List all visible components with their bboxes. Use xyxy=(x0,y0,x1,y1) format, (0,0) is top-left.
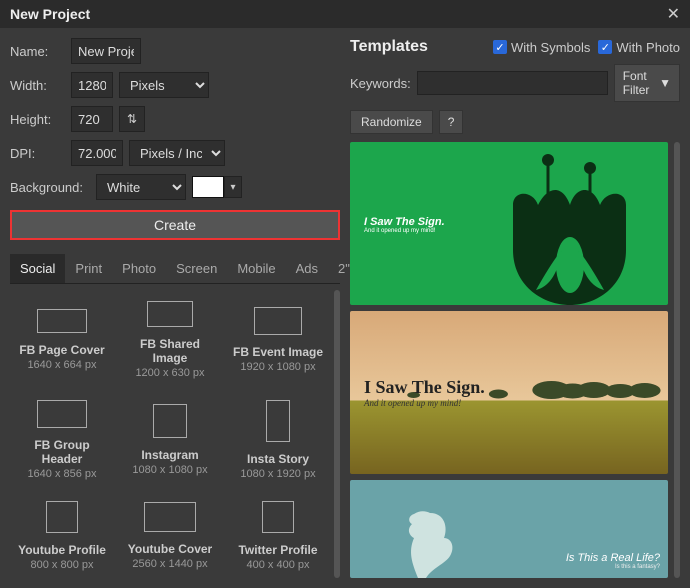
template-subtitle: And it opened up my mind! xyxy=(364,228,445,234)
template-title: Is This a Real Life? xyxy=(566,552,660,564)
checkmark-icon: ✓ xyxy=(493,40,507,54)
preset-dimensions: 1200 x 630 px xyxy=(135,367,204,379)
randomize-button[interactable]: Randomize xyxy=(350,110,433,134)
preset-dimensions: 1640 x 856 px xyxy=(27,468,96,480)
tab-screen[interactable]: Screen xyxy=(166,254,227,283)
preset-shape xyxy=(153,404,187,438)
preset-youtube-profile[interactable]: Youtube Profile 800 x 800 px xyxy=(10,491,114,578)
preset-name: Youtube Cover xyxy=(128,542,212,556)
flower-icon xyxy=(498,150,648,305)
preset-name: Twitter Profile xyxy=(238,543,317,557)
width-unit-select[interactable]: Pixels xyxy=(119,72,209,98)
preset-name: FB Shared Image xyxy=(122,337,218,365)
dpi-input[interactable] xyxy=(71,140,123,166)
tab-print[interactable]: Print xyxy=(65,254,112,283)
window-title: New Project xyxy=(10,6,90,22)
preset-shape xyxy=(144,502,196,532)
preset-dimensions: 400 x 400 px xyxy=(247,559,310,571)
preset-shape xyxy=(254,307,302,335)
filter-icon: ▼ xyxy=(659,76,671,90)
templates-heading: Templates xyxy=(350,38,485,56)
tab-photo[interactable]: Photo xyxy=(112,254,166,283)
preset-shape xyxy=(266,400,290,442)
preset-dimensions: 2560 x 1440 px xyxy=(132,558,207,570)
dpi-unit-select[interactable]: Pixels / Inch xyxy=(129,140,225,166)
preset-shape xyxy=(37,400,87,428)
preset-dimensions: 1640 x 664 px xyxy=(27,359,96,371)
preset-shape xyxy=(147,301,193,327)
tab-ads[interactable]: Ads xyxy=(286,254,328,283)
background-label: Background: xyxy=(10,180,90,195)
keywords-input[interactable] xyxy=(417,71,608,95)
preset-name: Youtube Profile xyxy=(18,543,106,557)
create-button[interactable]: Create xyxy=(10,210,340,240)
preset-twitter-profile[interactable]: Twitter Profile 400 x 400 px xyxy=(226,491,330,578)
preset-name: Insta Story xyxy=(247,452,309,466)
template-item[interactable]: I Saw The Sign. And it opened up my mind… xyxy=(350,311,668,474)
height-input[interactable] xyxy=(71,106,113,132)
background-color-dropdown[interactable]: ▾ xyxy=(224,176,242,198)
tab-mobile[interactable]: Mobile xyxy=(227,254,285,283)
dpi-label: DPI: xyxy=(10,146,65,161)
preset-dimensions: 1080 x 1920 px xyxy=(240,468,315,480)
swap-dimensions-button[interactable]: ⇅ xyxy=(119,106,145,132)
preset-shape xyxy=(37,309,87,333)
background-color-swatch[interactable] xyxy=(192,176,224,198)
with-symbols-checkbox[interactable]: ✓With Symbols xyxy=(493,40,590,55)
preset-name: FB Event Image xyxy=(233,345,323,359)
width-label: Width: xyxy=(10,78,65,93)
preset-shape xyxy=(46,501,78,533)
bird-icon xyxy=(400,508,460,578)
tab-social[interactable]: Social xyxy=(10,254,65,283)
name-input[interactable] xyxy=(71,38,141,64)
preset-fb-group-header[interactable]: FB Group Header 1640 x 856 px xyxy=(10,389,114,486)
preset-fb-page-cover[interactable]: FB Page Cover 1640 x 664 px xyxy=(10,290,114,385)
template-item[interactable]: Is This a Real Life? Is this a fantasy? xyxy=(350,480,668,578)
preset-dimensions: 800 x 800 px xyxy=(31,559,94,571)
preset-scrollbar[interactable] xyxy=(334,290,340,578)
font-filter-button[interactable]: Font Filter▼ xyxy=(614,64,680,102)
preset-youtube-cover[interactable]: Youtube Cover 2560 x 1440 px xyxy=(118,491,222,578)
swap-icon: ⇅ xyxy=(127,112,137,126)
preset-name: FB Group Header xyxy=(14,438,110,466)
template-item[interactable]: I Saw The Sign. And it opened up my mind… xyxy=(350,142,668,305)
template-title: I Saw The Sign. xyxy=(364,377,668,398)
close-icon[interactable]: ✕ xyxy=(667,4,680,24)
help-button[interactable]: ? xyxy=(439,110,464,134)
checkmark-icon: ✓ xyxy=(598,40,612,54)
width-input[interactable] xyxy=(71,72,113,98)
name-label: Name: xyxy=(10,44,65,59)
preset-name: Instagram xyxy=(141,448,198,462)
preset-fb-shared-image[interactable]: FB Shared Image 1200 x 630 px xyxy=(118,290,222,385)
template-scrollbar[interactable] xyxy=(674,142,680,578)
height-label: Height: xyxy=(10,112,65,127)
preset-instagram[interactable]: Instagram 1080 x 1080 px xyxy=(118,389,222,486)
template-subtitle: And it opened up my mind! xyxy=(364,398,668,408)
template-subtitle: Is this a fantasy? xyxy=(566,564,660,570)
keywords-label: Keywords: xyxy=(350,76,411,91)
preset-name: FB Page Cover xyxy=(19,343,104,357)
preset-dimensions: 1920 x 1080 px xyxy=(240,361,315,373)
with-photo-checkbox[interactable]: ✓With Photo xyxy=(598,40,680,55)
preset-dimensions: 1080 x 1080 px xyxy=(132,464,207,476)
preset-insta-story[interactable]: Insta Story 1080 x 1920 px xyxy=(226,389,330,486)
background-select[interactable]: White xyxy=(96,174,186,200)
preset-shape xyxy=(262,501,294,533)
template-title: I Saw The Sign. xyxy=(364,216,445,228)
preset-fb-event-image[interactable]: FB Event Image 1920 x 1080 px xyxy=(226,290,330,385)
